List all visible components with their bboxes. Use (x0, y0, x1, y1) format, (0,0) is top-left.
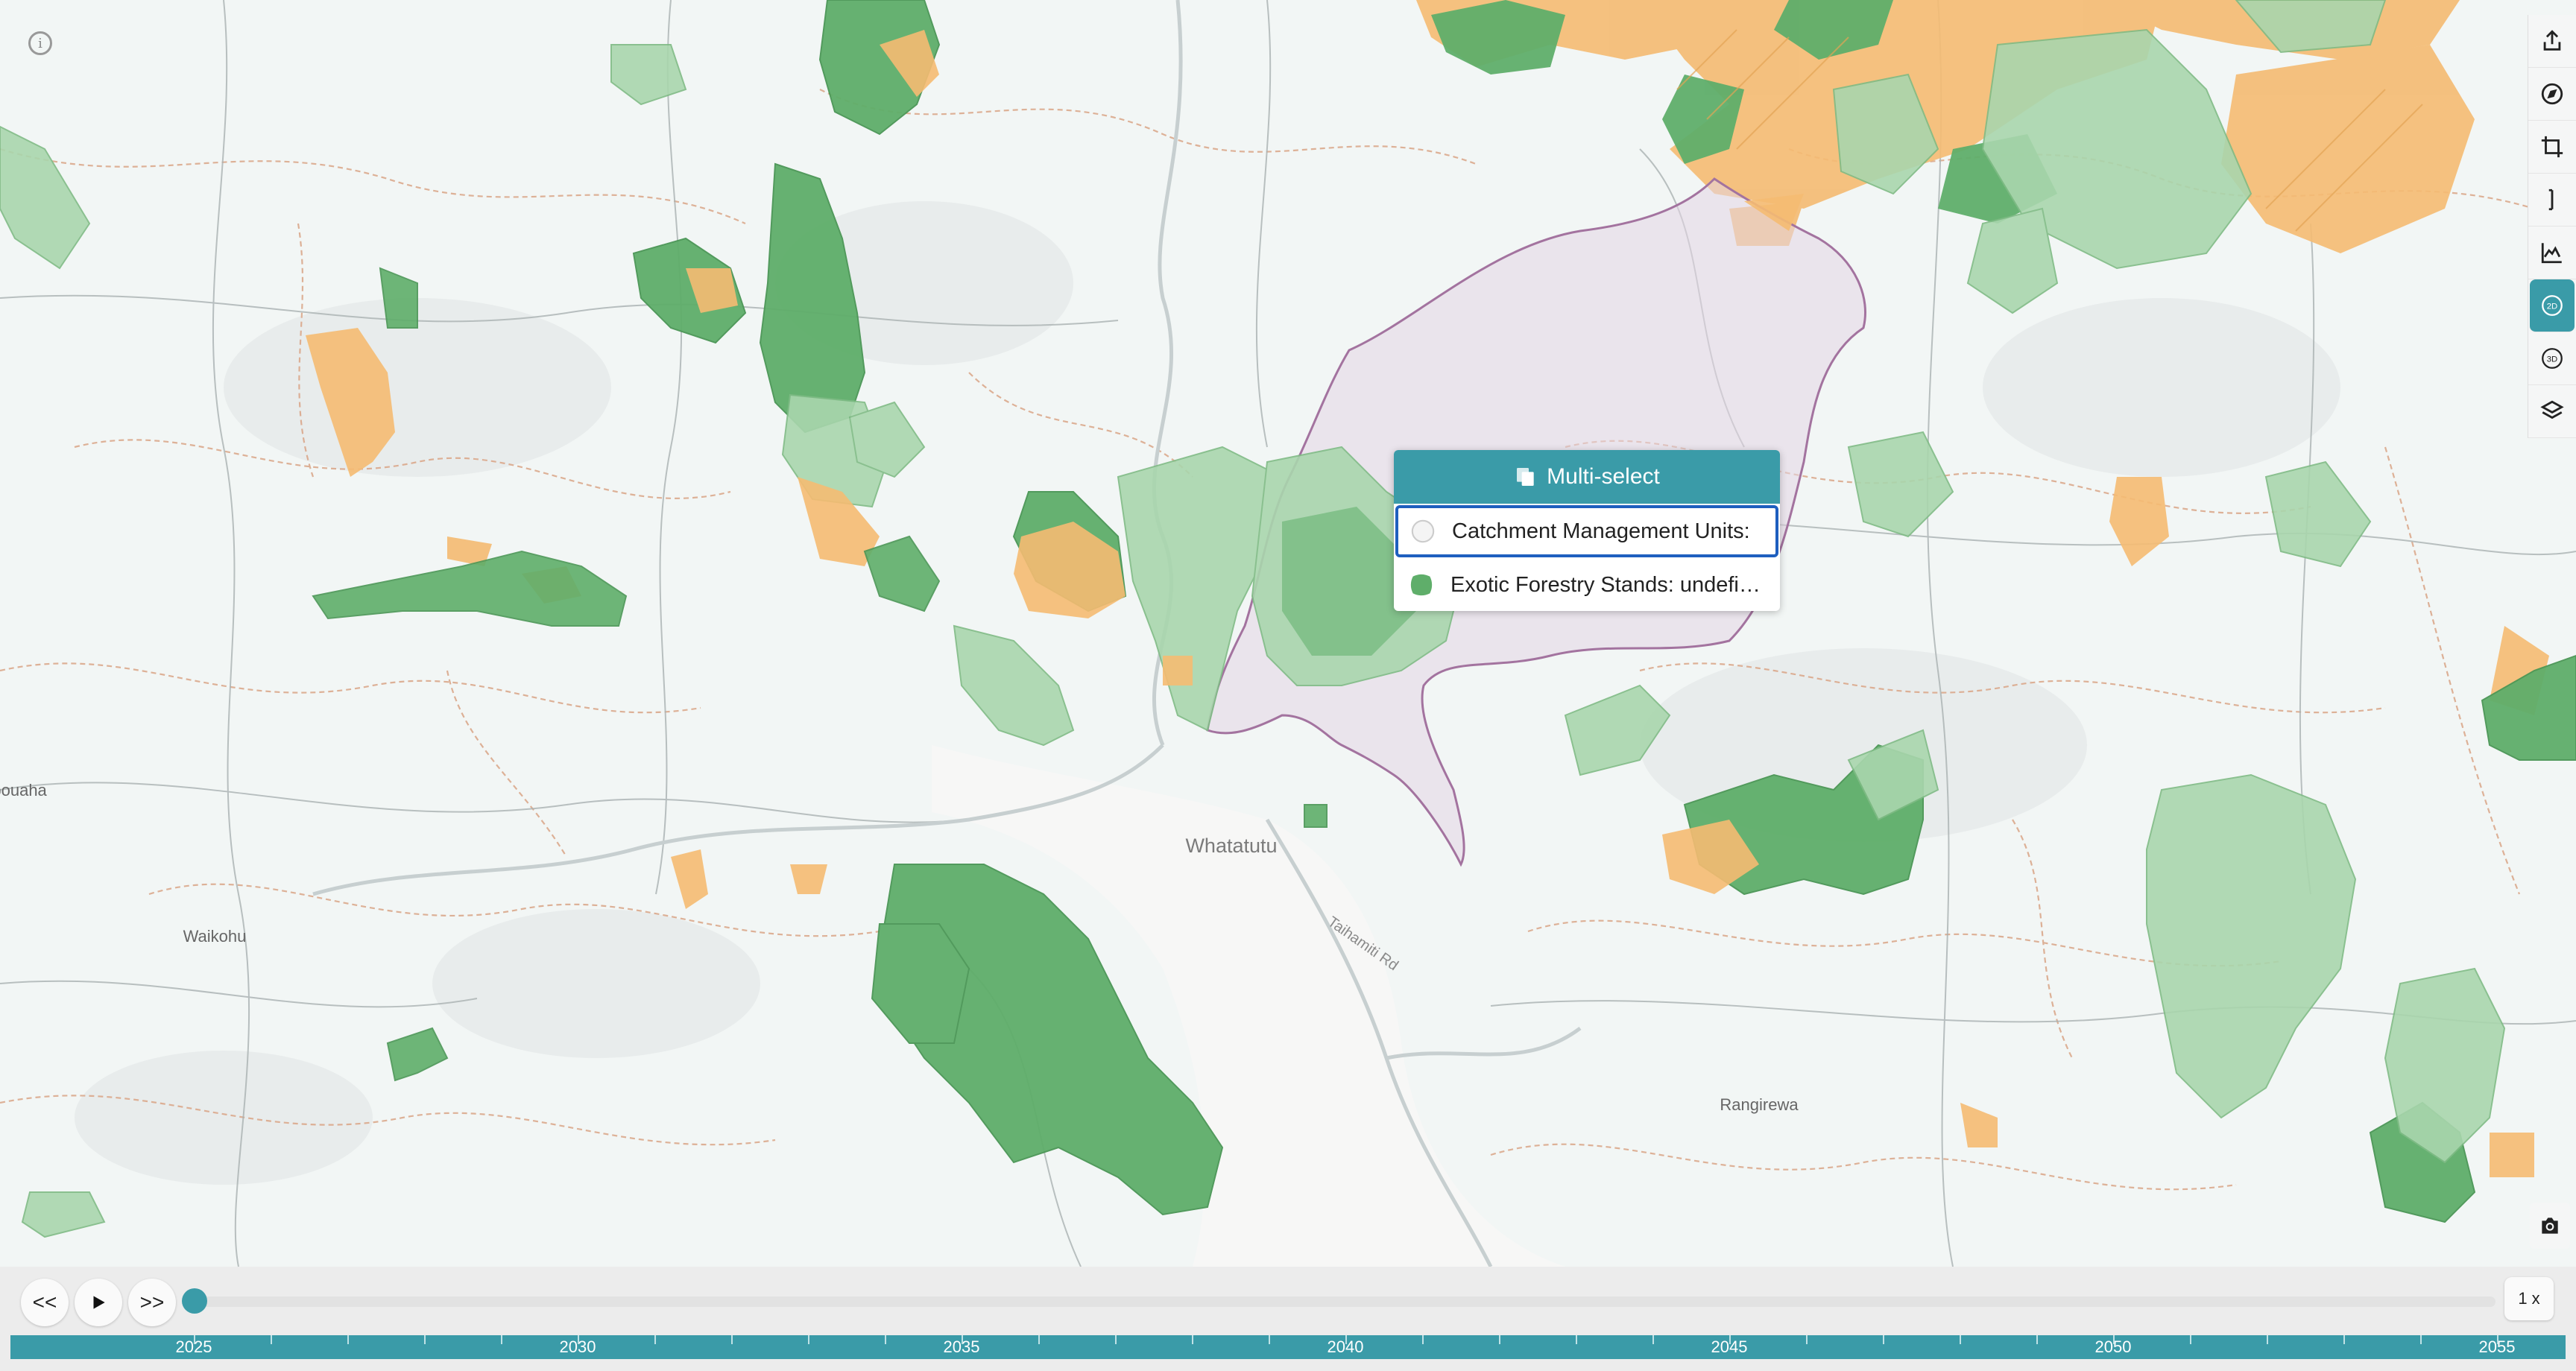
info-button[interactable]: i (16, 25, 64, 61)
multi-select-header: Multi-select (1394, 450, 1780, 504)
axis-tick (271, 1335, 272, 1344)
step-back-label: << (32, 1291, 57, 1314)
axis-tick (347, 1335, 349, 1344)
axis-tick (1883, 1335, 1884, 1344)
axis-tick (1345, 1335, 1347, 1344)
step-back-button[interactable]: << (21, 1279, 69, 1326)
popup-item-label: Exotic Forestry Stands: undefi… (1450, 572, 1761, 597)
step-forward-button[interactable]: >> (128, 1279, 176, 1326)
axis-tick (578, 1335, 579, 1344)
green-polygon-icon (1410, 574, 1433, 596)
axis-tick (194, 1335, 195, 1344)
share-button[interactable] (2528, 15, 2576, 68)
axis-tick (962, 1335, 963, 1344)
axis-tick (1960, 1335, 1961, 1344)
place-label-whatatutu: Whatatutu (1185, 835, 1277, 857)
axis-tick (2190, 1335, 2191, 1344)
layers-button[interactable] (2528, 385, 2576, 438)
measure-button[interactable] (2528, 174, 2576, 227)
timeline-track[interactable] (192, 1296, 2496, 1307)
compass-icon (2541, 83, 2563, 105)
place-label-waikohu: Waikohu (183, 927, 247, 946)
crop-button[interactable] (2528, 121, 2576, 174)
axis-tick (2343, 1335, 2345, 1344)
axis-tick (2113, 1335, 2115, 1344)
svg-text:3D: 3D (2547, 355, 2557, 364)
2d-mode-icon: 2D (2542, 295, 2563, 316)
3d-mode-button[interactable]: 3D (2528, 332, 2576, 385)
place-label-rangirewa: Rangirewa (1720, 1095, 1799, 1114)
map-canvas[interactable]: Whatatutu Taihamiti Rd Waikohu Rangirewa… (0, 0, 2576, 1267)
place-label-puhapouaha: Puhapouaha (0, 781, 48, 800)
copy-icon (1517, 468, 1534, 486)
axis-tick (1269, 1335, 1270, 1344)
popup-item-forestry[interactable]: Exotic Forestry Stands: undefi… (1394, 559, 1780, 611)
axis-tick (885, 1335, 886, 1344)
axis-tick (424, 1335, 426, 1344)
axis-tick (2420, 1335, 2422, 1344)
share-icon (2543, 30, 2561, 51)
axis-tick (1729, 1335, 1731, 1344)
3d-mode-icon: 3D (2542, 348, 2563, 369)
axis-tick (808, 1335, 809, 1344)
2d-mode-button[interactable]: 2D (2530, 279, 2575, 332)
empty-circle-icon (1411, 519, 1435, 543)
crop-icon (2541, 136, 2563, 158)
axis-tick (1192, 1335, 1193, 1344)
camera-icon (2542, 1218, 2558, 1234)
axis-tick (2036, 1335, 2038, 1344)
play-button[interactable] (75, 1279, 122, 1326)
axis-tick (654, 1335, 656, 1344)
layers-icon (2540, 400, 2564, 419)
year-axis: 2025 2030 2035 2040 2045 2050 2055 (10, 1335, 2566, 1359)
map-toolbar: 2D 3D (2528, 15, 2576, 438)
popup-item-catchment[interactable]: Catchment Management Units: (1395, 505, 1778, 557)
axis-tick (1806, 1335, 1808, 1344)
screenshot-button[interactable] (2530, 1203, 2570, 1249)
timeline-handle[interactable] (182, 1288, 207, 1314)
popup-item-label: Catchment Management Units: (1452, 519, 1750, 543)
axis-tick (501, 1335, 502, 1344)
play-icon (93, 1296, 105, 1309)
axis-tick (1652, 1335, 1654, 1344)
info-icon: i (28, 31, 52, 55)
axis-tick (1038, 1335, 1040, 1344)
speed-label: 1 x (2518, 1289, 2540, 1308)
elevation-profile-icon (2541, 243, 2562, 264)
axis-tick (2267, 1335, 2268, 1344)
axis-tick (1115, 1335, 1117, 1344)
svg-text:2D: 2D (2547, 302, 2557, 311)
multi-select-title: Multi-select (1547, 464, 1660, 489)
speed-button[interactable]: 1 x (2504, 1277, 2554, 1320)
step-forward-label: >> (139, 1291, 165, 1314)
axis-tick (1499, 1335, 1500, 1344)
axis-tick (1422, 1335, 1424, 1344)
axis-tick (731, 1335, 733, 1344)
axis-tick (1576, 1335, 1577, 1344)
axis-tick (2497, 1335, 2498, 1344)
multi-select-popup: Multi-select Catchment Management Units:… (1394, 450, 1780, 611)
elevation-profile-button[interactable] (2528, 227, 2576, 279)
compass-button[interactable] (2528, 68, 2576, 121)
measure-icon (2548, 189, 2554, 211)
